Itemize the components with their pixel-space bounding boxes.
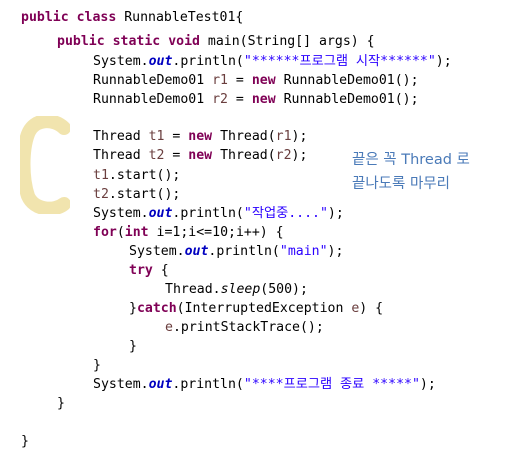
code-line-2: public static void main(String[] args) { bbox=[57, 34, 375, 49]
code-line-13: try { bbox=[129, 263, 169, 278]
highlighter-mark bbox=[20, 116, 70, 214]
code-line-6: Thread t1 = new Thread(r1); bbox=[93, 129, 308, 144]
code-line-8: t1.start(); bbox=[93, 168, 181, 183]
code-line-17: } bbox=[129, 339, 137, 354]
code-line-16: e.printStackTrace(); bbox=[165, 320, 324, 335]
code-line-10: System.out.println("작업중...."); bbox=[93, 206, 344, 221]
code-line-3: System.out.println("******프로그램 시작******"… bbox=[93, 54, 452, 69]
annotation-line-1: 끝은 꼭 Thread 로 bbox=[352, 152, 470, 168]
code-line-9: t2.start(); bbox=[93, 187, 181, 202]
annotation-line-2: 끝나도록 마무리 bbox=[352, 176, 450, 192]
code-line-7: Thread t2 = new Thread(r2); bbox=[93, 148, 308, 163]
code-line-15: }catch(InterruptedException e) { bbox=[129, 301, 384, 316]
code-line-19: System.out.println("****프로그램 종료 *****"); bbox=[93, 377, 436, 392]
annotation-note: 끝은 꼭 Thread 로 끝나도록 마무리 bbox=[352, 148, 512, 196]
code-line-20: } bbox=[57, 396, 65, 411]
code-line-5: RunnableDemo01 r2 = new RunnableDemo01()… bbox=[93, 92, 419, 107]
code-line-12: System.out.println("main"); bbox=[129, 244, 344, 259]
code-line-14: Thread.sleep(500); bbox=[165, 282, 308, 297]
code-line-4: RunnableDemo01 r1 = new RunnableDemo01()… bbox=[93, 73, 419, 88]
code-editor[interactable]: public class RunnableTest01{ public stat… bbox=[0, 0, 515, 456]
code-line-11: for(int i=1;i<=10;i++) { bbox=[93, 225, 284, 240]
code-line-1: public class RunnableTest01{ bbox=[21, 10, 244, 25]
code-line-21: } bbox=[21, 434, 29, 449]
code-line-18: } bbox=[93, 358, 101, 373]
